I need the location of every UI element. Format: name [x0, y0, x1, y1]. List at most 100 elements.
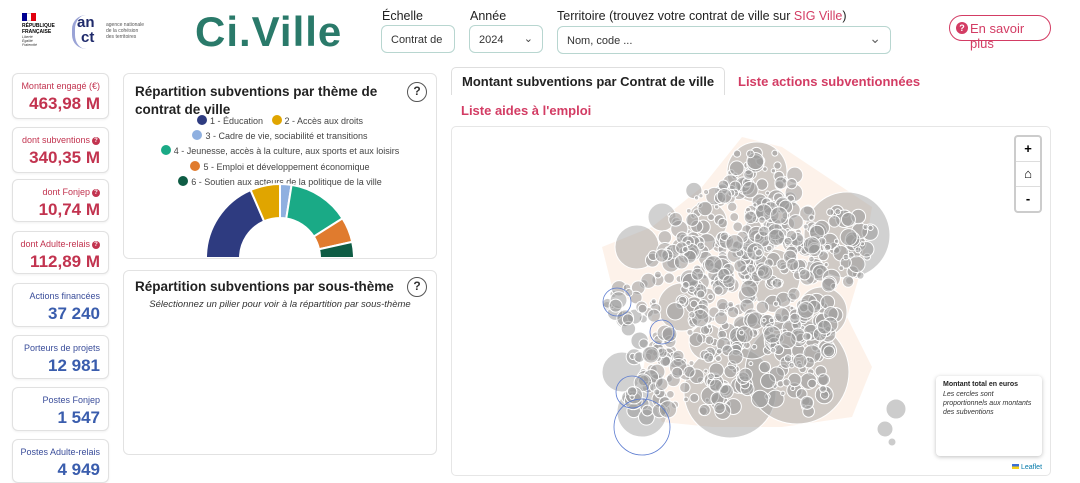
- contrat-bubble[interactable]: [683, 396, 689, 403]
- contrat-bubble[interactable]: [887, 437, 897, 447]
- contrat-bubble[interactable]: [621, 313, 635, 326]
- contrat-bubble[interactable]: [828, 215, 841, 228]
- contrat-bubble[interactable]: [714, 355, 722, 363]
- contrat-bubble[interactable]: [778, 330, 797, 350]
- contrat-bubble[interactable]: [758, 225, 770, 237]
- contrat-bubble[interactable]: [732, 149, 742, 158]
- contrat-bubble[interactable]: [697, 200, 713, 217]
- leaflet-attribution[interactable]: Leaflet: [1012, 464, 1043, 471]
- contrat-bubble[interactable]: [786, 257, 800, 272]
- contrat-bubble[interactable]: [703, 368, 709, 374]
- contrat-bubble[interactable]: [787, 214, 804, 231]
- home-button[interactable]: ⌂: [1016, 162, 1040, 187]
- contrat-bubble[interactable]: [689, 392, 700, 403]
- contrat-bubble[interactable]: [661, 326, 678, 343]
- contrat-bubble[interactable]: [765, 190, 771, 196]
- contrat-bubble[interactable]: [716, 297, 729, 311]
- contrat-bubble[interactable]: [750, 389, 770, 409]
- tab-liste-actions[interactable]: Liste actions subventionnées: [738, 74, 920, 89]
- contrat-bubble[interactable]: [688, 360, 695, 367]
- contrat-bubble[interactable]: [792, 353, 808, 369]
- contrat-bubble[interactable]: [663, 272, 675, 284]
- contrat-bubble[interactable]: [862, 223, 869, 230]
- sig-ville-link[interactable]: SIG Ville: [794, 9, 842, 23]
- contrat-bubble[interactable]: [823, 243, 832, 252]
- contrat-bubble[interactable]: [774, 176, 788, 190]
- contrat-bubble[interactable]: [765, 244, 773, 252]
- contrat-bubble[interactable]: [671, 366, 684, 379]
- contrat-bubble[interactable]: [780, 390, 786, 397]
- contrat-bubble[interactable]: [702, 188, 710, 196]
- contrat-bubble[interactable]: [741, 181, 759, 199]
- contrat-bubble[interactable]: [840, 212, 856, 227]
- contrat-bubble[interactable]: [744, 273, 751, 281]
- contrat-bubble[interactable]: [707, 372, 715, 381]
- legend-item[interactable]: 3 - Cadre de vie, sociabilité et transit…: [192, 130, 368, 141]
- contrat-bubble[interactable]: [841, 275, 855, 288]
- contrat-bubble[interactable]: [758, 216, 766, 224]
- contrat-bubble[interactable]: [706, 323, 713, 329]
- contrat-bubble[interactable]: [722, 274, 736, 289]
- contrat-bubble[interactable]: [624, 288, 634, 298]
- contrat-bubble[interactable]: [727, 348, 744, 365]
- contrat-bubble[interactable]: [650, 298, 657, 305]
- legend-item[interactable]: 4 - Jeunesse, accès à la culture, aux sp…: [160, 145, 399, 156]
- contrat-bubble[interactable]: [762, 166, 768, 172]
- contrat-bubble[interactable]: [758, 360, 772, 374]
- contrat-bubble[interactable]: [715, 347, 723, 355]
- contrat-bubble[interactable]: [769, 346, 777, 354]
- contrat-bubble[interactable]: [770, 168, 777, 174]
- contrat-bubble[interactable]: [726, 305, 740, 319]
- contrat-bubble[interactable]: [693, 195, 700, 201]
- contrat-bubble[interactable]: [838, 265, 845, 272]
- contrat-bubble[interactable]: [842, 253, 850, 261]
- contrat-bubble[interactable]: [834, 208, 842, 216]
- contrat-bubble[interactable]: [769, 206, 789, 225]
- contrat-bubble[interactable]: [691, 267, 704, 281]
- contrat-bubble[interactable]: [782, 378, 791, 387]
- contrat-bubble[interactable]: [817, 373, 831, 387]
- contrat-bubble[interactable]: [703, 352, 715, 363]
- contrat-bubble[interactable]: [754, 248, 763, 257]
- contrat-bubble[interactable]: [856, 271, 865, 280]
- contrat-bubble[interactable]: [723, 364, 738, 379]
- zoom-in-button[interactable]: +: [1016, 137, 1040, 162]
- annee-select[interactable]: 2024 ⌄: [469, 25, 543, 53]
- contrat-bubble[interactable]: [681, 245, 689, 253]
- contrat-bubble[interactable]: [833, 238, 840, 244]
- contrat-bubble[interactable]: [641, 345, 660, 364]
- contrat-bubble[interactable]: [688, 311, 696, 319]
- contrat-bubble[interactable]: [760, 372, 777, 389]
- contrat-bubble[interactable]: [783, 236, 793, 246]
- contrat-bubble[interactable]: [773, 161, 782, 170]
- contrat-bubble[interactable]: [713, 285, 724, 296]
- contrat-bubble[interactable]: [748, 361, 754, 367]
- contrat-bubble[interactable]: [772, 300, 780, 307]
- contrat-bubble[interactable]: [826, 208, 835, 217]
- contrat-bubble[interactable]: [786, 178, 798, 190]
- help-icon[interactable]: ?: [92, 189, 100, 197]
- contrat-bubble[interactable]: [696, 289, 706, 299]
- contrat-bubble[interactable]: [707, 293, 714, 301]
- contrat-bubble[interactable]: [714, 311, 729, 326]
- contrat-bubble[interactable]: [859, 241, 866, 247]
- contrat-bubble[interactable]: [823, 345, 836, 358]
- contrat-bubble[interactable]: [668, 211, 683, 227]
- legend-item[interactable]: 5 - Emploi et développement économique: [190, 161, 370, 172]
- contrat-bubble[interactable]: [673, 254, 689, 270]
- contrat-bubble[interactable]: [787, 287, 801, 301]
- contrat-bubble[interactable]: [854, 246, 862, 254]
- contrat-bubble[interactable]: [797, 301, 815, 319]
- contrat-bubble[interactable]: [763, 325, 782, 344]
- en-savoir-plus-button[interactable]: ? En savoir plus: [949, 15, 1051, 51]
- tab-liste-aides-emploi[interactable]: Liste aides à l'emploi: [461, 103, 591, 118]
- contrat-bubble[interactable]: [783, 354, 793, 363]
- zoom-out-button[interactable]: -: [1016, 187, 1040, 212]
- contrat-bubble[interactable]: [719, 384, 734, 399]
- contrat-bubble[interactable]: [704, 335, 715, 346]
- contrat-bubble[interactable]: [732, 221, 744, 233]
- contrat-bubble[interactable]: [800, 395, 815, 410]
- contrat-bubble[interactable]: [716, 187, 733, 204]
- contrat-bubble[interactable]: [790, 385, 796, 392]
- contrat-bubble[interactable]: [746, 149, 755, 159]
